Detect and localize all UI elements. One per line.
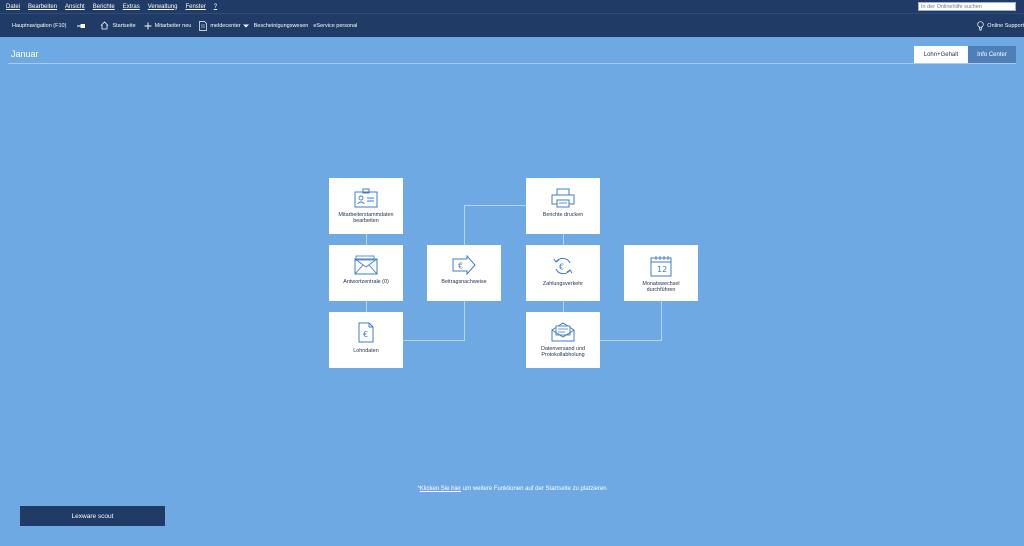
bescheinigungswesen-button[interactable]: Bescheinigungswesen	[254, 23, 309, 29]
calendar-icon: 12	[650, 256, 672, 277]
tile-label: Antwortzentrale (0)	[343, 279, 389, 285]
menu-berichte[interactable]: Berichte	[93, 4, 115, 10]
tile-label: Lohndaten	[353, 348, 379, 354]
menu-extras[interactable]: Extras	[123, 4, 140, 10]
euro-document-icon: €	[358, 322, 374, 343]
calendar-day-text: 12	[657, 265, 667, 274]
bescheinigungswesen-label: Bescheinigungswesen	[253, 22, 309, 29]
help-search-input[interactable]: In der Onlinehilfe suchen	[918, 2, 1016, 11]
chevron-down-icon	[242, 23, 249, 27]
hint-text: um weitere Funktionen auf der Startseite…	[461, 486, 607, 492]
page-title: Januar	[11, 49, 39, 59]
menu-bearbeiten[interactable]: Bearbeiten	[28, 4, 57, 10]
pin-icon	[77, 23, 86, 28]
tile-berichte-drucken[interactable]: Berichte drucken	[526, 178, 600, 234]
mitarbeiter-neu-button[interactable]: Mitarbeiter neu	[144, 22, 192, 30]
connector-line	[661, 300, 662, 341]
mail-icon	[354, 255, 378, 275]
main-navigation-button[interactable]: Hauptnavigation (F10)	[12, 23, 66, 29]
send-mail-icon	[551, 322, 575, 342]
customize-link[interactable]: Klicken Sie hier	[420, 486, 461, 492]
connector-line	[403, 340, 464, 341]
tile-label: Monatswechsel durchführen	[642, 281, 680, 293]
online-support-button[interactable]: Online Support	[977, 21, 1024, 31]
startseite-label: Startseite	[112, 22, 136, 29]
tile-datenversand[interactable]: Datenversand und Protokollabholung	[526, 312, 600, 368]
svg-text:€: €	[363, 330, 368, 339]
tab-info-center[interactable]: Info Center	[968, 46, 1016, 63]
menu-help[interactable]: ?	[214, 4, 217, 10]
connector-line	[366, 300, 367, 312]
startseite-button[interactable]: Startseite	[100, 21, 136, 30]
id-card-icon	[354, 188, 378, 208]
tile-beitragsnachweise[interactable]: € Beitragsnachweise	[427, 245, 501, 301]
home-icon	[101, 21, 109, 30]
svg-text:€: €	[458, 262, 463, 271]
document-icon	[199, 20, 208, 31]
tile-zahlungsverkehr[interactable]: € Zahlungsverkehr	[526, 245, 600, 301]
view-tabs: Lohn+Gehalt Info Center	[914, 46, 1016, 63]
online-support-label: Online Support	[987, 23, 1024, 29]
menu-bar: Datei Bearbeiten Ansicht Berichte Extras…	[0, 0, 1024, 13]
connector-line	[464, 205, 465, 245]
plus-icon	[144, 22, 152, 29]
tile-label: Berichte drucken	[542, 212, 584, 218]
svg-text:€: €	[559, 263, 564, 272]
lexware-scout-button[interactable]: Lexware scout	[20, 506, 165, 526]
connector-line	[464, 300, 465, 341]
eservice-button[interactable]: eService personal	[313, 23, 357, 29]
euro-cycle-icon: €	[553, 257, 573, 275]
tab-lohn-gehalt[interactable]: Lohn+Gehalt	[914, 46, 968, 63]
tile-label: Zahlungsverkehr	[542, 281, 584, 287]
menu-verwaltung[interactable]: Verwaltung	[148, 4, 178, 10]
tile-lohndaten[interactable]: € Lohndaten	[329, 312, 403, 368]
tile-label: Beitragsnachweise	[441, 279, 487, 285]
customize-hint: *Klicken Sie hier um weitere Funktionen …	[0, 486, 1024, 492]
tile-monatswechsel[interactable]: 12 Monatswechsel durchführen	[624, 245, 698, 301]
meldecenter-button[interactable]: meldecenter	[199, 20, 249, 31]
menu-fenster[interactable]: Fenster	[185, 4, 205, 10]
connector-line	[563, 233, 564, 245]
main-navigation-label: Hauptnavigation (F10)	[12, 22, 67, 29]
connector-line	[600, 340, 661, 341]
tile-label: Mitarbeiterstammdaten bearbeiten	[338, 212, 394, 224]
tile-label: Datenversand und Protokollabholung	[540, 346, 586, 358]
connector-line	[563, 300, 564, 312]
mitarbeiter-neu-label: Mitarbeiter neu	[154, 22, 192, 29]
menu-ansicht[interactable]: Ansicht	[65, 4, 85, 10]
tile-mitarbeiterstammdaten[interactable]: Mitarbeiterstammdaten bearbeiten	[329, 178, 403, 234]
eservice-label: eService personal	[313, 22, 358, 29]
connector-line	[366, 233, 367, 245]
menu-datei[interactable]: Datei	[6, 4, 20, 10]
connector-line	[464, 205, 526, 206]
page-header: Januar Lohn+Gehalt Info Center	[8, 46, 1016, 64]
tile-antwortzentrale[interactable]: Antwortzentrale (0)	[329, 245, 403, 301]
euro-arrow-icon: €	[452, 255, 476, 275]
toolbar: Hauptnavigation (F10) Startseite Mitarbe…	[0, 13, 1024, 37]
pin-button[interactable]	[77, 23, 86, 29]
lightbulb-icon	[977, 21, 984, 31]
printer-icon	[551, 188, 575, 208]
meldecenter-label: meldecenter	[210, 22, 241, 29]
